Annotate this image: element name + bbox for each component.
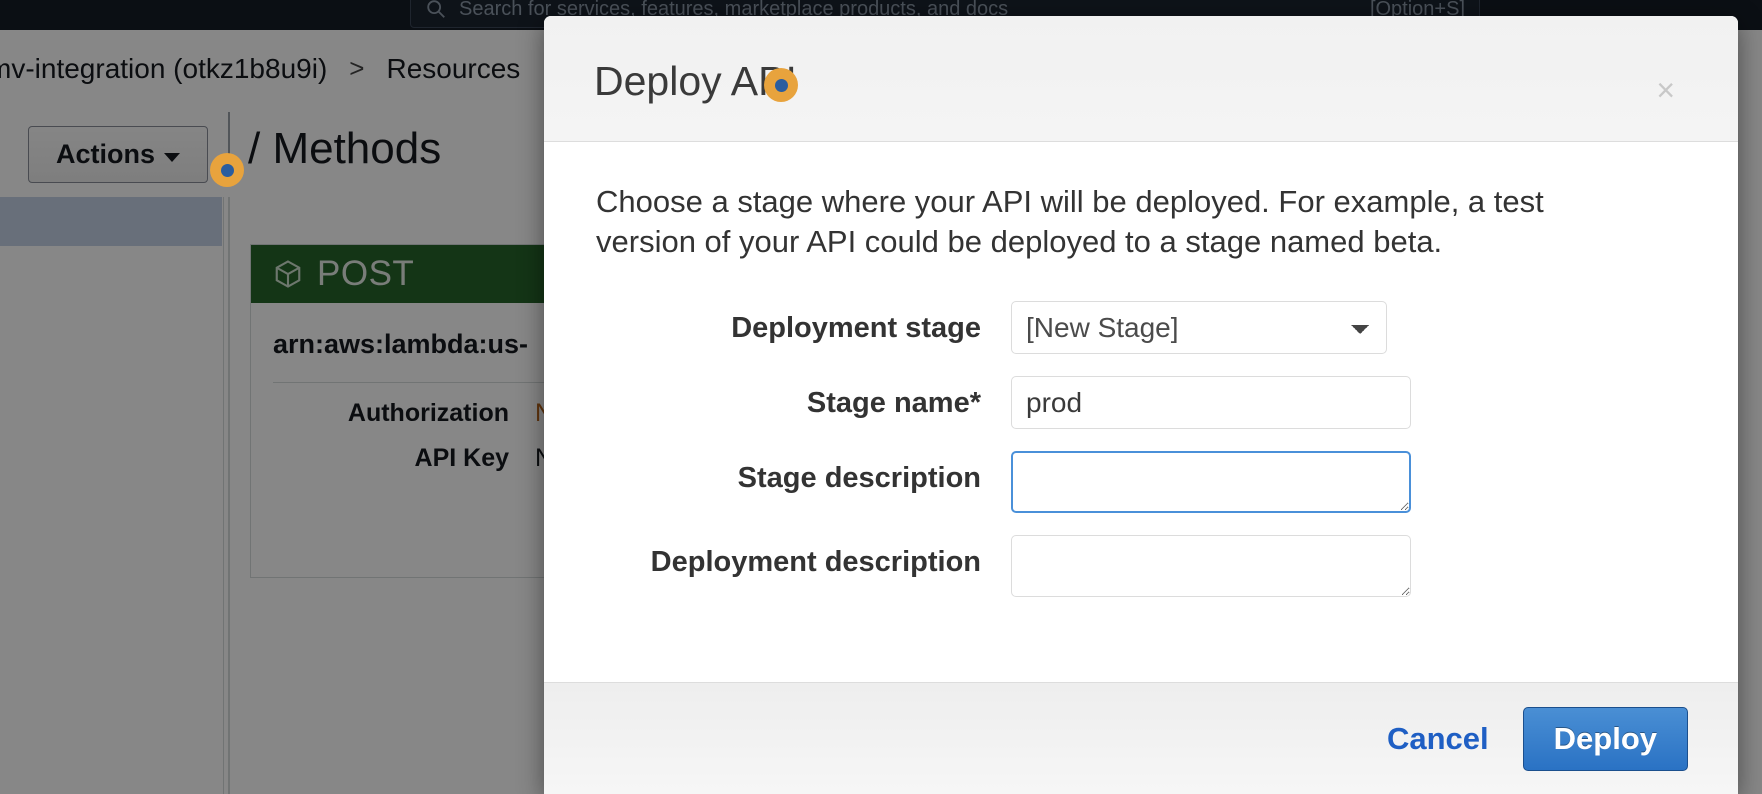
deploy-api-dialog: Deploy API × Choose a stage where your A… xyxy=(544,16,1738,794)
stage-name-input[interactable] xyxy=(1011,376,1411,430)
deployment-description-label: Deployment description xyxy=(650,546,981,579)
dialog-footer: Cancel Deploy xyxy=(544,682,1738,794)
page-root: Search for services, features, marketpla… xyxy=(0,0,1762,794)
cancel-button[interactable]: Cancel xyxy=(1387,721,1489,757)
deployment-stage-select[interactable]: [New Stage] xyxy=(1011,301,1387,355)
annotation-dot-methods xyxy=(210,153,244,187)
form-row-deployment-stage: Deployment stage [New Stage] xyxy=(596,301,1686,355)
stage-description-input[interactable] xyxy=(1011,451,1411,514)
stage-description-label: Stage description xyxy=(737,462,981,495)
form-row-deployment-description: Deployment description xyxy=(596,535,1686,598)
stage-name-label: Stage name* xyxy=(806,387,981,420)
deployment-description-input[interactable] xyxy=(1011,535,1411,598)
dialog-description: Choose a stage where your API will be de… xyxy=(596,184,1544,259)
dialog-body: Choose a stage where your API will be de… xyxy=(544,142,1738,682)
form-row-stage-description: Stage description xyxy=(596,451,1686,514)
dialog-header: Deploy API × xyxy=(544,16,1738,142)
close-icon[interactable]: × xyxy=(1656,74,1675,106)
deploy-button[interactable]: Deploy xyxy=(1522,706,1688,771)
deploy-form: Deployment stage [New Stage] Stage name*… xyxy=(596,301,1686,598)
annotation-dot-title xyxy=(764,68,798,102)
deployment-stage-label: Deployment stage xyxy=(731,312,981,345)
form-row-stage-name: Stage name* xyxy=(596,376,1686,430)
